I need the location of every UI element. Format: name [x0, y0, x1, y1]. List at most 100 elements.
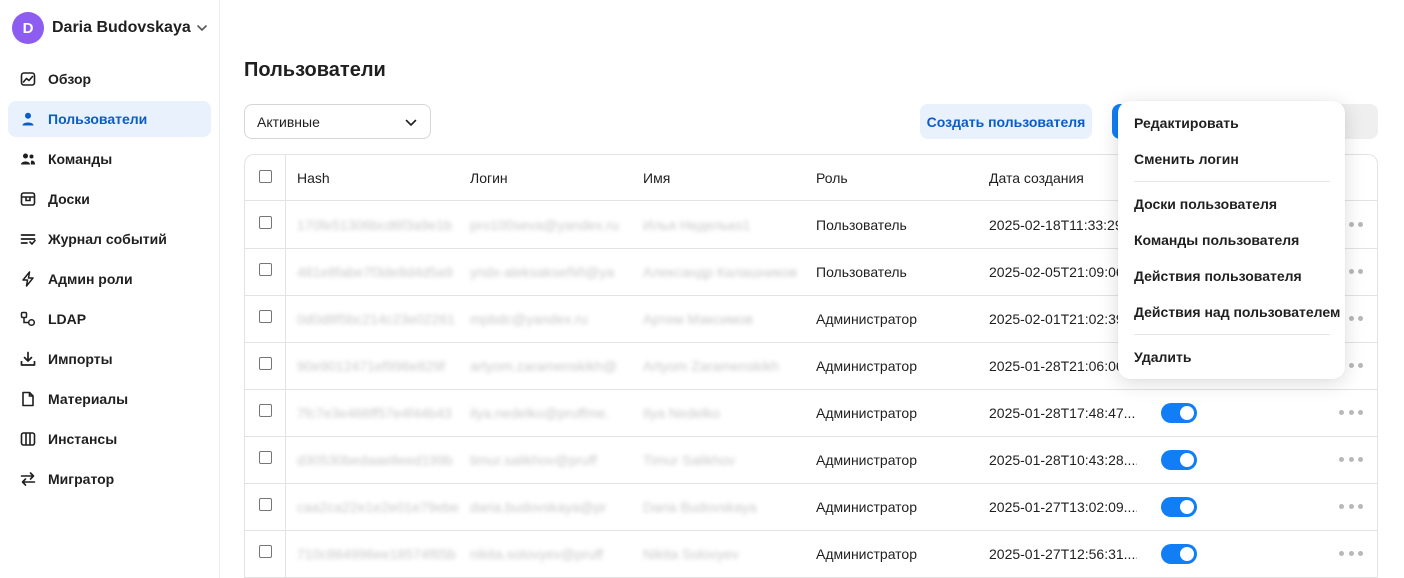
cell-role: Пользователь: [816, 217, 907, 233]
cell-created: 2025-02-01T21:02:39: [989, 311, 1124, 327]
cell-hash: d30530bedaae8eed199b: [297, 452, 453, 468]
cell-hash: caa2ca22e1e2e01e79ebe: [297, 499, 459, 515]
create-user-button[interactable]: Создать пользователя: [920, 104, 1092, 139]
sidebar-item-label: Мигратор: [48, 471, 115, 487]
active-toggle[interactable]: [1161, 544, 1197, 564]
cell-hash: 90e9012471ef996e829f: [297, 358, 445, 374]
ldap-icon: [20, 311, 36, 327]
more-options-icon[interactable]: [1339, 449, 1363, 469]
row-checkbox[interactable]: [259, 357, 272, 370]
sidebar-nav: Обзор Пользователи Команды Доски Журнал собы…: [8, 61, 211, 501]
cell-hash: 481e8fabe7f3de8d4d5a9: [297, 264, 453, 280]
status-filter-value: Активные: [257, 113, 320, 130]
user-name: Daria Budovskaya: [52, 19, 191, 36]
sidebar-item-teams[interactable]: Команды: [8, 141, 211, 177]
cell-name: Daria Budovskaya: [643, 499, 757, 515]
more-options-icon[interactable]: [1339, 543, 1363, 563]
cell-created: 2025-01-28T21:06:06: [989, 358, 1124, 374]
table-row[interactable]: d30530bedaae8eed199b timur.salikhov@pruff…: [245, 437, 1377, 484]
menu-item-edit[interactable]: Редактировать: [1118, 105, 1345, 141]
status-filter-select[interactable]: Активные: [244, 104, 431, 139]
row-checkbox[interactable]: [259, 310, 272, 323]
row-checkbox[interactable]: [259, 545, 272, 558]
active-toggle[interactable]: [1161, 497, 1197, 517]
menu-item-user-teams[interactable]: Команды пользователя: [1118, 222, 1345, 258]
table-row[interactable]: 7fc7e3e466ff57e4f44b43 ilya.nedelko@pruff…: [245, 390, 1377, 437]
list-icon: [20, 231, 36, 247]
cell-role: Администратор: [816, 311, 918, 327]
menu-item-user-boards[interactable]: Доски пользователя: [1118, 186, 1345, 222]
menu-item-change-login[interactable]: Сменить логин: [1118, 141, 1345, 177]
menu-item-actions-on-user[interactable]: Действия над пользователем: [1118, 294, 1345, 330]
sidebar-item-boards[interactable]: Доски: [8, 181, 211, 217]
cell-hash: 0d0d8f5bc214c23e02261: [297, 311, 456, 327]
cell-name: Artyom Zaramenskikh: [643, 358, 780, 374]
avatar: D: [12, 12, 44, 44]
sidebar-item-materials[interactable]: Материалы: [8, 381, 211, 417]
menu-item-user-actions[interactable]: Действия пользователя: [1118, 258, 1345, 294]
more-options-icon[interactable]: [1339, 402, 1363, 422]
chart-icon: [20, 71, 36, 87]
cell-name: Илья Неделько1: [643, 217, 751, 233]
cell-role: Администратор: [816, 405, 918, 421]
column-header-login[interactable]: Логин: [470, 155, 633, 200]
column-header-name[interactable]: Имя: [643, 155, 806, 200]
cell-created: 2025-01-27T13:02:09....: [989, 499, 1137, 515]
column-header-role[interactable]: Роль: [816, 155, 976, 200]
cell-created: 2025-02-18T11:33:29: [989, 217, 1123, 233]
cell-login: nikita.solovyev@pruff: [470, 546, 604, 562]
cell-name: Артем Максимов: [643, 311, 753, 327]
cell-login: ilya.nedelko@pruffme.: [470, 405, 610, 421]
cell-created: 2025-02-05T21:09:06: [989, 264, 1124, 280]
cell-login: mpbdc@yandex.ru: [470, 311, 588, 327]
more-options-icon[interactable]: [1339, 496, 1363, 516]
select-all-checkbox[interactable]: [259, 170, 272, 183]
user-switcher[interactable]: D Daria Budovskaya: [12, 12, 209, 44]
row-checkbox[interactable]: [259, 216, 272, 229]
sidebar-item-ldap[interactable]: LDAP: [8, 301, 211, 337]
cell-login: timur.salikhov@pruff: [470, 452, 597, 468]
cell-name: Александр Калашников: [643, 264, 798, 280]
row-checkbox[interactable]: [259, 404, 272, 417]
sidebar-item-label: LDAP: [48, 311, 87, 327]
column-header-created[interactable]: Дата создания: [989, 155, 1137, 200]
row-checkbox[interactable]: [259, 451, 272, 464]
sidebar-item-label: Материалы: [48, 391, 129, 407]
sidebar-item-label: Инстансы: [48, 431, 118, 447]
sidebar: D Daria Budovskaya Обзор Пользователи Кома…: [0, 0, 220, 578]
sidebar-item-instances[interactable]: Инстансы: [8, 421, 211, 457]
cell-role: Администратор: [816, 358, 918, 374]
cell-hash: 710c864996ee18574f65b: [297, 546, 456, 562]
people-icon: [20, 151, 36, 167]
column-header-hash[interactable]: Hash: [297, 155, 460, 200]
chevron-down-icon: [405, 119, 417, 127]
cell-login: daria.budovskaya@pr: [470, 499, 607, 515]
cell-created: 2025-01-28T17:48:47...: [989, 405, 1136, 421]
cell-login: yndx-aleksakseñiñ@ya: [470, 264, 615, 280]
row-checkbox[interactable]: [259, 263, 272, 276]
sidebar-item-label: Импорты: [48, 351, 113, 367]
row-checkbox[interactable]: [259, 498, 272, 511]
sidebar-item-users[interactable]: Пользователи: [8, 101, 211, 137]
cell-role: Администратор: [816, 499, 918, 515]
sidebar-item-admin-roles[interactable]: Админ роли: [8, 261, 211, 297]
sidebar-item-label: Админ роли: [48, 271, 133, 287]
sidebar-item-label: Обзор: [48, 71, 92, 87]
cell-hash: 7fc7e3e466ff57e4f44b43: [297, 405, 452, 421]
sidebar-item-migrator[interactable]: Мигратор: [8, 461, 211, 497]
cell-name: Nikita Solovyev: [643, 546, 739, 562]
sidebar-item-overview[interactable]: Обзор: [8, 61, 211, 97]
sidebar-item-label: Пользователи: [48, 111, 148, 127]
active-toggle[interactable]: [1161, 403, 1197, 423]
sidebar-item-event-log[interactable]: Журнал событий: [8, 221, 211, 257]
menu-divider: [1134, 334, 1330, 335]
active-toggle[interactable]: [1161, 450, 1197, 470]
table-row[interactable]: 710c864996ee18574f65b nikita.solovyev@pru…: [245, 531, 1377, 578]
menu-divider: [1134, 181, 1330, 182]
chevron-down-icon: [195, 21, 209, 35]
menu-item-delete[interactable]: Удалить: [1118, 339, 1345, 375]
table-row[interactable]: caa2ca22e1e2e01e79ebe daria.budovskaya@pr…: [245, 484, 1377, 531]
sidebar-item-label: Доски: [48, 191, 90, 207]
cell-name: Timur Salikhov: [643, 452, 736, 468]
sidebar-item-imports[interactable]: Импорты: [8, 341, 211, 377]
